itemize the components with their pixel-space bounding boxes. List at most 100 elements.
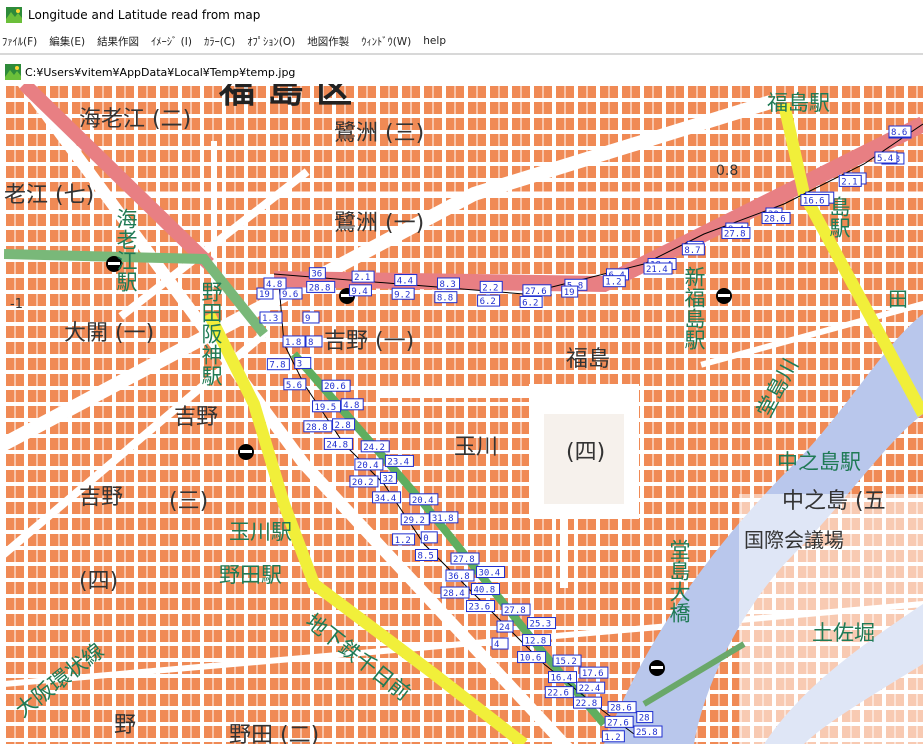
measurement-marker: 28.8 <box>306 280 336 293</box>
measurement-marker: 2.1 <box>351 270 375 283</box>
measurement-marker-value: 1.2 <box>605 278 621 288</box>
measurement-marker: 1.3 <box>259 311 283 324</box>
measurement-marker: 36 <box>308 267 326 280</box>
station-noda-label: 野田駅 <box>219 563 282 587</box>
measurement-marker-value: 17.6 <box>582 669 604 679</box>
measurement-marker: 22.6 <box>544 686 574 699</box>
measurement-marker: 31.8 <box>429 511 459 524</box>
town-tamagawa: 玉川 <box>454 435 498 460</box>
measurement-marker-value: 20.6 <box>324 382 346 392</box>
town-fukushima-yon: (四) <box>566 440 605 465</box>
measurement-marker-value: 8.6 <box>891 128 907 138</box>
map-canvas[interactable]: 福 島 区 海老江 (二) 鷺洲 (三) 老江 (七) 鷺洲 (一) 大開 (一… <box>4 84 923 744</box>
measurement-marker: 28 <box>636 711 654 724</box>
station-nakanoshima-label: 中之島駅 <box>777 450 861 474</box>
child-window-path: C:¥Users¥vitem¥AppData¥Local¥Temp¥temp.j… <box>25 65 296 79</box>
measurement-marker: 0 <box>420 531 438 544</box>
title-bar: Longitude and Latitude read from map <box>0 0 923 30</box>
measurement-marker-value: 1.2 <box>395 536 411 546</box>
measurement-marker-value: 1.2 <box>604 733 620 743</box>
measurement-marker: 29.2 <box>400 513 430 526</box>
measurement-marker-value: 19 <box>259 290 270 300</box>
measurement-marker: 8.5 <box>414 548 438 561</box>
menu-bar: ﾌｧｲﾙ(F) 編集(E) 結果作図 ｲﾒｰｼﾞ (I) ｶﾗｰ(C) ｵﾌﾟｼ… <box>0 30 923 52</box>
map-image-view[interactable]: 福 島 区 海老江 (二) 鷺洲 (三) 老江 (七) 鷺洲 (一) 大開 (一… <box>4 84 923 744</box>
menu-make-map[interactable]: 地図作製 <box>301 34 355 49</box>
town-sagisu-ichi: 鷺洲 (一) <box>334 211 424 236</box>
measurement-marker-value: 8.5 <box>417 551 433 561</box>
measurement-marker-value: 8.3 <box>440 280 456 290</box>
measurement-marker-value: 2.2 <box>482 283 498 293</box>
measurement-marker: 27.8 <box>501 603 531 616</box>
measurement-marker: 8 <box>305 335 323 348</box>
measurement-marker: 20.4 <box>409 493 439 506</box>
station-fukushima-label: 福島駅 <box>767 91 830 115</box>
measurement-marker: 8.8 <box>434 291 458 304</box>
measurement-marker-value: 28 <box>639 714 650 724</box>
measurement-marker-value: 28.4 <box>443 589 465 599</box>
measurement-marker: 20.2 <box>349 475 379 488</box>
measurement-marker-value: 19 <box>564 288 575 298</box>
measurement-marker: 8.6 <box>888 125 912 138</box>
measurement-marker-value: 3 <box>297 359 302 369</box>
measurement-marker: 27.6 <box>522 284 552 297</box>
town-yoshino-yon: (四) <box>79 569 118 594</box>
measurement-marker: 23.6 <box>466 600 496 613</box>
menu-help[interactable]: help <box>417 35 452 47</box>
menu-plot-results[interactable]: 結果作図 <box>91 34 145 49</box>
menu-options[interactable]: ｵﾌﾟｼｮﾝ(O) <box>241 34 301 49</box>
station-shinfukushima-label: 新福島駅 <box>682 266 706 350</box>
town-ebie-nana: 老江 (七) <box>4 183 94 208</box>
measurement-marker: 15.2 <box>552 654 582 667</box>
measurement-marker-value: 29.2 <box>403 516 425 526</box>
measurement-marker: 19.5 <box>312 400 342 413</box>
measurement-marker: 7.8 <box>266 358 290 371</box>
station-tosabori-label: 土佐堀 <box>812 621 875 645</box>
measurement-marker: 28.6 <box>607 701 637 714</box>
measurement-marker: 22.8 <box>573 696 603 709</box>
ward-label-partial: 福 島 区 <box>218 84 352 111</box>
measurement-marker-value: 16.6 <box>803 197 825 207</box>
town-ebie-ni: 海老江 (二) <box>79 107 191 132</box>
measurement-marker-value: 12.8 <box>525 637 547 647</box>
measurement-marker: 17.6 <box>579 666 609 679</box>
menu-edit[interactable]: 編集(E) <box>43 34 91 49</box>
measurement-marker: 4.8 <box>340 398 364 411</box>
measurement-marker: 12.8 <box>522 634 552 647</box>
menu-window[interactable]: ｳｨﾝﾄﾞｳ(W) <box>355 34 417 49</box>
measurement-marker-value: 34.4 <box>375 494 397 504</box>
measurement-marker: 28.8 <box>303 420 333 433</box>
app-map-icon <box>6 7 22 23</box>
measurement-marker-value: 6.2 <box>522 298 538 308</box>
menu-color[interactable]: ｶﾗｰ(C) <box>198 34 241 49</box>
measurement-marker-value: 22.8 <box>576 699 598 709</box>
measurement-marker-value: 28.8 <box>306 423 328 433</box>
window-title: Longitude and Latitude read from map <box>28 8 261 22</box>
measurement-marker: 8.7 <box>681 243 705 256</box>
measurement-marker: 5.6 <box>283 378 307 391</box>
measurement-marker-value: 25.3 <box>530 620 552 630</box>
measurement-marker: 27.8 <box>721 227 751 240</box>
measurement-marker-value: 24 <box>499 623 510 633</box>
measurement-marker: 25.3 <box>527 617 557 630</box>
measurement-marker: 2.8 <box>332 418 356 431</box>
measurement-marker-value: 27.8 <box>504 606 526 616</box>
town-nakanoshima: 中之島 (五 <box>782 489 886 514</box>
measurement-marker: 34.4 <box>372 491 402 504</box>
measurement-marker-value: 28.6 <box>764 214 786 224</box>
measurement-marker: 36.8 <box>445 569 475 582</box>
measurement-marker-value: 7.8 <box>269 361 285 371</box>
measurement-marker-value: 8 <box>308 338 313 348</box>
measurement-marker-value: 27.8 <box>724 230 746 240</box>
measurement-marker: 16.6 <box>800 194 830 207</box>
measurement-marker-value: 4.8 <box>266 280 282 290</box>
measurement-marker: 25.8 <box>633 725 663 738</box>
child-window-title-bar: C:¥Users¥vitem¥AppData¥Local¥Temp¥temp.j… <box>0 60 923 84</box>
measurement-marker-value: 4 <box>494 640 499 650</box>
menu-file[interactable]: ﾌｧｲﾙ(F) <box>0 34 43 49</box>
town-ohiraki: 大開 (一) <box>64 321 154 346</box>
measurement-marker-value: 20.2 <box>352 478 374 488</box>
menu-image[interactable]: ｲﾒｰｼﾞ (I) <box>145 34 198 49</box>
measurement-marker: 2.2 <box>479 280 503 293</box>
measurement-marker: 4 <box>491 637 509 650</box>
